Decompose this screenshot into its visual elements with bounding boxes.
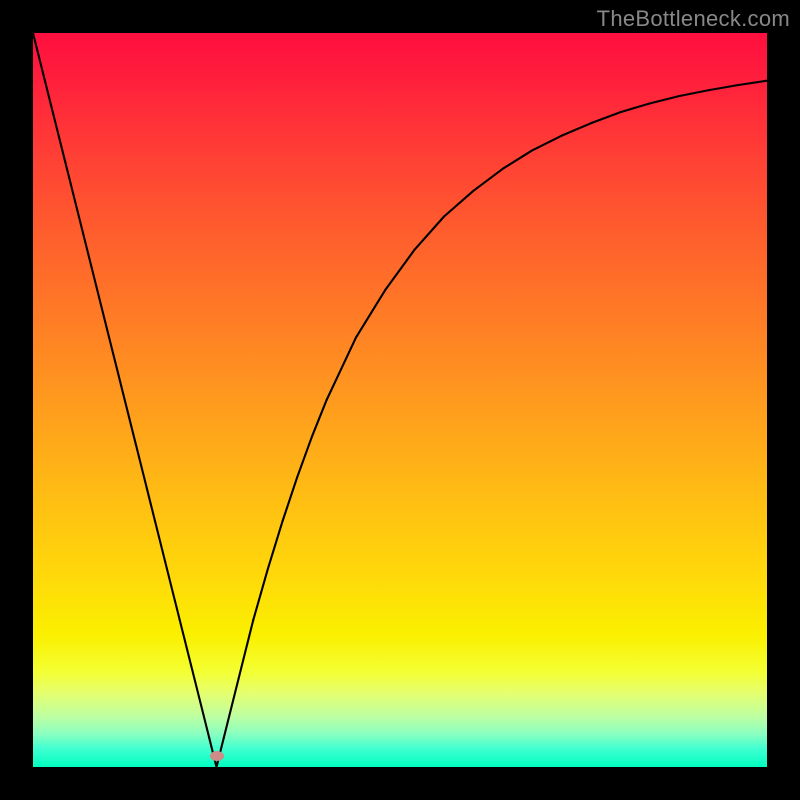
plot-area bbox=[33, 33, 767, 767]
curve-segment bbox=[297, 437, 312, 477]
chart-frame: TheBottleneck.com bbox=[0, 0, 800, 800]
curve-segment bbox=[106, 327, 121, 386]
curve-segment bbox=[503, 150, 532, 168]
curve-segment bbox=[415, 217, 444, 250]
curve-segment bbox=[239, 620, 254, 679]
curve-segment bbox=[224, 679, 239, 738]
curve-segment bbox=[253, 569, 268, 620]
curve-segment bbox=[180, 620, 195, 679]
curve-segment bbox=[48, 92, 63, 151]
curve-segment bbox=[532, 136, 561, 151]
curve-svg bbox=[33, 33, 767, 767]
curve-segment bbox=[165, 561, 180, 620]
curve-segment bbox=[679, 90, 708, 96]
curve-segment bbox=[650, 96, 679, 103]
curve-segment bbox=[33, 33, 48, 92]
curve-segment bbox=[385, 250, 414, 290]
minimum-marker bbox=[210, 751, 224, 761]
curve-segment bbox=[62, 150, 77, 209]
watermark-text: TheBottleneck.com bbox=[597, 6, 790, 32]
curve-group bbox=[33, 33, 767, 767]
curve-segment bbox=[444, 191, 473, 217]
curve-segment bbox=[473, 169, 502, 191]
curve-segment bbox=[92, 268, 107, 327]
curve-segment bbox=[283, 477, 298, 521]
curve-segment bbox=[136, 444, 151, 503]
curve-segment bbox=[620, 103, 649, 112]
curve-segment bbox=[121, 385, 136, 444]
curve-segment bbox=[77, 209, 92, 268]
curve-segment bbox=[312, 400, 327, 437]
curve-segment bbox=[268, 521, 283, 569]
curve-segment bbox=[708, 85, 737, 90]
curve-segment bbox=[356, 290, 385, 338]
curve-segment bbox=[738, 81, 767, 85]
curve-segment bbox=[591, 112, 620, 123]
curve-segment bbox=[327, 338, 356, 400]
curve-segment bbox=[561, 123, 590, 135]
curve-segment bbox=[150, 503, 165, 562]
curve-segment bbox=[194, 679, 209, 738]
